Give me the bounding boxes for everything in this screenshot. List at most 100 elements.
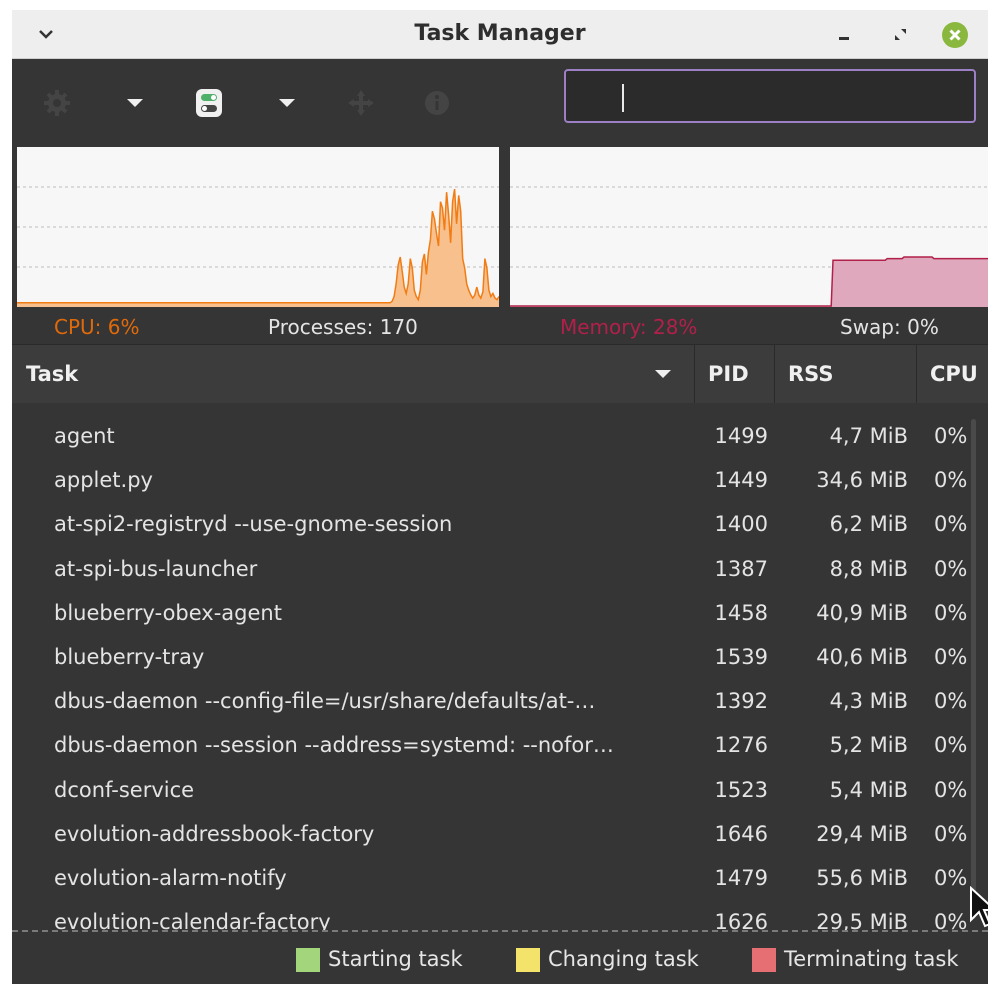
cpu-usage-graph xyxy=(17,147,499,307)
process-count-label: Processes: 170 xyxy=(268,315,418,339)
column-header-pid[interactable]: PID xyxy=(708,345,749,403)
toggle-view-icon[interactable] xyxy=(192,86,226,120)
rss-cell: 4,7 MiB xyxy=(829,424,908,448)
pid-cell: 1392 xyxy=(714,689,768,714)
cpu-usage-label: CPU: 6% xyxy=(54,315,140,339)
cpu-cell: 0% xyxy=(934,556,968,581)
memory-graph-area xyxy=(510,257,988,307)
pid-cell: 1400 xyxy=(714,512,768,537)
mouse-pointer-icon xyxy=(970,886,988,928)
rss-cell: 40,9 MiB xyxy=(816,600,908,625)
rss-cell: 40,6 MiB xyxy=(816,645,908,669)
pid-cell: 1458 xyxy=(714,600,768,625)
memory-usage-label: Memory: 28% xyxy=(560,315,698,339)
close-window-button[interactable] xyxy=(942,22,968,48)
table-row[interactable]: blueberry-tray 1539 40,6 MiB 0% xyxy=(12,635,988,679)
column-header-label: RSS xyxy=(788,362,834,386)
changing-task-label: Changing task xyxy=(548,947,699,971)
task-list[interactable]: agent 1499 4,7 MiB 0% applet.py 1449 34,6 MiB 0… xyxy=(12,403,988,930)
column-separator[interactable] xyxy=(694,345,695,403)
maximize-icon[interactable] xyxy=(886,20,914,48)
gear-icon[interactable] xyxy=(40,86,74,120)
rss-cell: 34,6 MiB xyxy=(816,468,908,493)
table-row[interactable]: at-spi-bus-launcher 1387 8,8 MiB 0% xyxy=(12,547,988,591)
column-header-label: PID xyxy=(708,362,749,386)
info-icon[interactable] xyxy=(420,86,454,120)
sort-descending-icon[interactable] xyxy=(652,365,674,383)
move-icon[interactable] xyxy=(344,86,378,120)
cpu-cell: 0% xyxy=(934,777,968,802)
pid-cell: 1387 xyxy=(714,556,768,581)
column-separator[interactable] xyxy=(916,345,917,403)
task-name-cell: evolution-addressbook-factory xyxy=(54,821,375,846)
cpu-cell: 0% xyxy=(934,645,968,669)
pid-cell: 1523 xyxy=(714,777,768,802)
table-row[interactable]: evolution-calendar-factory 1626 29,5 MiB 0% xyxy=(12,900,988,930)
pid-cell: 1539 xyxy=(714,645,768,669)
minimize-icon[interactable] xyxy=(830,20,858,48)
starting-task-label: Starting task xyxy=(328,947,463,971)
table-row[interactable]: evolution-alarm-notify 1479 55,6 MiB 0% xyxy=(12,856,988,900)
cpu-cell: 0% xyxy=(934,821,968,846)
swap-usage-label: Swap: 0% xyxy=(840,315,939,339)
cpu-cell: 0% xyxy=(934,733,968,758)
task-name-cell: at-spi2-registryd --use-gnome-session xyxy=(54,512,453,537)
cpu-cell: 0% xyxy=(934,468,968,493)
cpu-cell: 0% xyxy=(934,424,968,448)
table-row[interactable]: agent 1499 4,7 MiB 0% xyxy=(12,414,988,458)
column-separator[interactable] xyxy=(774,345,775,403)
starting-task-swatch xyxy=(296,948,320,972)
status-row: CPU: 6% Processes: 170 Memory: 28% Swap:… xyxy=(12,310,988,344)
table-row[interactable]: dbus-daemon --config-file=/usr/share/def… xyxy=(12,679,988,723)
terminating-task-label: Terminating task xyxy=(784,947,959,971)
cpu-cell: 0% xyxy=(934,689,968,714)
toolbar xyxy=(12,59,988,145)
column-header-cpu[interactable]: CPU xyxy=(930,345,978,403)
terminating-task-swatch xyxy=(752,948,776,972)
memory-graph-svg xyxy=(510,186,988,307)
task-name-cell: blueberry-tray xyxy=(54,645,205,669)
table-row[interactable]: applet.py 1449 34,6 MiB 0% xyxy=(12,458,988,502)
task-name-cell: dbus-daemon --session --address=systemd:… xyxy=(54,733,614,758)
cpu-graph-svg xyxy=(17,186,499,307)
cpu-cell: 0% xyxy=(934,512,968,537)
column-header-label: Task xyxy=(26,362,79,386)
column-header-task[interactable]: Task xyxy=(26,345,78,403)
rss-cell: 29,5 MiB xyxy=(816,910,908,930)
text-caret xyxy=(622,84,624,112)
table-row[interactable]: dconf-service 1523 5,4 MiB 0% xyxy=(12,768,988,812)
task-name-cell: evolution-alarm-notify xyxy=(54,866,287,890)
dropdown-arrow-icon[interactable] xyxy=(270,86,304,120)
table-row[interactable]: evolution-addressbook-factory 1646 29,4 Mi… xyxy=(12,812,988,856)
column-header-rss[interactable]: RSS xyxy=(788,345,833,403)
task-name-cell: dbus-daemon --config-file=/usr/share/def… xyxy=(54,689,596,714)
rss-cell: 55,6 MiB xyxy=(816,866,908,890)
title-bar[interactable]: Task Manager xyxy=(12,10,988,59)
pid-cell: 1626 xyxy=(714,910,768,930)
cpu-cell: 0% xyxy=(934,600,968,625)
dropdown-arrow-icon[interactable] xyxy=(118,86,152,120)
table-row[interactable]: blueberry-obex-agent 1458 40,9 MiB 0% xyxy=(12,591,988,635)
rss-cell: 4,3 MiB xyxy=(829,689,908,714)
rss-cell: 6,2 MiB xyxy=(829,512,908,537)
pid-cell: 1499 xyxy=(714,424,768,448)
rss-cell: 8,8 MiB xyxy=(829,556,908,581)
pid-cell: 1646 xyxy=(714,821,768,846)
task-name-cell: applet.py xyxy=(54,468,153,493)
pid-cell: 1276 xyxy=(714,733,768,758)
search-input[interactable] xyxy=(564,69,976,123)
column-header-label: CPU xyxy=(930,362,978,386)
task-name-cell: blueberry-obex-agent xyxy=(54,600,282,625)
pid-cell: 1479 xyxy=(714,866,768,890)
pid-cell: 1449 xyxy=(714,468,768,493)
rss-cell: 29,4 MiB xyxy=(816,821,908,846)
task-table-header: Task PID RSS CPU xyxy=(12,344,988,404)
task-state-legend: Starting task Changing task Terminating … xyxy=(12,934,988,984)
changing-task-swatch xyxy=(516,948,540,972)
rss-cell: 5,4 MiB xyxy=(829,777,908,802)
memory-usage-graph xyxy=(510,147,988,307)
cpu-graph-area xyxy=(17,189,499,307)
table-row[interactable]: dbus-daemon --session --address=systemd:… xyxy=(12,723,988,767)
table-row[interactable]: at-spi2-registryd --use-gnome-session 140… xyxy=(12,502,988,546)
rss-cell: 5,2 MiB xyxy=(829,733,908,758)
